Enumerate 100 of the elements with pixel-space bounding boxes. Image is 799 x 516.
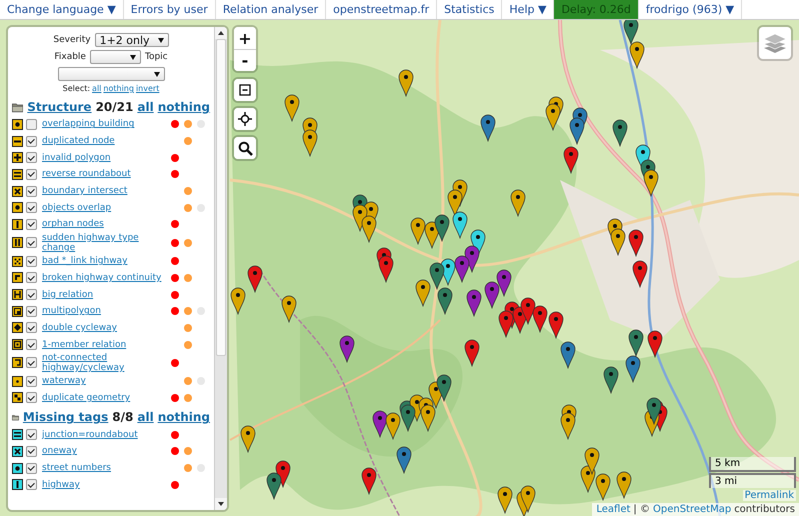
- map-pin-icon[interactable]: [564, 146, 578, 174]
- checkbox[interactable]: [26, 202, 37, 214]
- map-pin-cluster-drawing[interactable]: [516, 486, 536, 516]
- issue-type-link[interactable]: overlapping building: [42, 119, 171, 130]
- zoom-out-button[interactable]: -: [234, 49, 256, 71]
- map-pin-cluster-drawing[interactable]: [570, 108, 588, 144]
- checkbox[interactable]: [26, 289, 37, 300]
- checkbox[interactable]: [26, 152, 37, 164]
- map-pin-cluster-drawing[interactable]: [372, 374, 452, 440]
- map-pin-cluster-drawing[interactable]: [352, 194, 378, 242]
- map-pin-icon[interactable]: [284, 94, 300, 122]
- map-pin-cluster-drawing[interactable]: [624, 20, 644, 68]
- map-pin-icon[interactable]: [230, 288, 246, 314]
- map-pin-icon[interactable]: [466, 290, 482, 316]
- issue-type-link[interactable]: waterway: [42, 376, 171, 386]
- nav-menu[interactable]: Change language ▼: [0, 0, 124, 19]
- issue-type-link[interactable]: oneway: [42, 446, 171, 456]
- checkbox[interactable]: [26, 392, 37, 404]
- select-link[interactable]: nothing: [103, 84, 134, 93]
- map-pin-cluster-drawing[interactable]: [376, 248, 394, 282]
- group-link[interactable]: Structure: [27, 100, 92, 114]
- map-pin-icon[interactable]: [604, 366, 618, 394]
- issue-type-link[interactable]: boundary intersect: [42, 186, 171, 196]
- issue-type-link[interactable]: duplicated node: [42, 136, 171, 146]
- topic-select[interactable]: [58, 67, 164, 81]
- map-pin-icon[interactable]: [648, 330, 662, 358]
- map-pin-icon[interactable]: [340, 336, 354, 362]
- nav-link[interactable]: openstreetmap.fr: [326, 0, 438, 19]
- map-pin-cluster-drawing[interactable]: [302, 118, 318, 156]
- layers-button[interactable]: [759, 27, 791, 59]
- map-pin-cluster-drawing[interactable]: [416, 230, 486, 314]
- checkbox[interactable]: [26, 186, 37, 197]
- issue-type-link[interactable]: orphan nodes: [42, 219, 171, 230]
- permalink-link[interactable]: Permalink: [742, 490, 796, 501]
- fixable-select[interactable]: [90, 50, 141, 64]
- map-pin-icon[interactable]: [548, 312, 564, 338]
- checkbox[interactable]: [26, 462, 37, 474]
- map-pin-icon[interactable]: [464, 340, 480, 366]
- issue-type-link[interactable]: 1-member relation: [42, 340, 171, 350]
- map-pin-icon[interactable]: [282, 296, 296, 322]
- checkbox[interactable]: [26, 306, 37, 317]
- search-button[interactable]: [234, 137, 256, 159]
- osm-link[interactable]: OpenStreetMap: [652, 504, 732, 515]
- checkbox[interactable]: [26, 218, 37, 230]
- leaflet-link[interactable]: Leaflet: [596, 504, 630, 515]
- map-pin-icon[interactable]: [616, 472, 632, 498]
- map-pin-cluster-drawing[interactable]: [608, 218, 626, 256]
- issue-type-link[interactable]: double cycleway: [42, 322, 171, 333]
- checkbox[interactable]: [26, 322, 37, 334]
- map-pin-cluster-drawing[interactable]: [644, 398, 668, 436]
- map-pin-icon[interactable]: [480, 114, 496, 142]
- nav-link[interactable]: Relation analyser: [216, 0, 326, 19]
- map-pin-cluster-drawing[interactable]: [636, 144, 658, 196]
- issue-type-link[interactable]: highway: [42, 480, 171, 490]
- issue-type-link[interactable]: broken highway continuity: [42, 272, 171, 283]
- severity-select[interactable]: 1+2 only: [94, 33, 169, 47]
- group-select-link[interactable]: nothing: [158, 100, 210, 114]
- checkbox[interactable]: [26, 237, 37, 248]
- map-pin-icon[interactable]: [628, 230, 644, 256]
- locate-button[interactable]: [234, 108, 256, 130]
- checkbox[interactable]: [26, 376, 37, 387]
- scrollbar[interactable]: [214, 27, 227, 510]
- group-select-link[interactable]: all: [137, 100, 154, 114]
- checkbox[interactable]: [26, 168, 37, 180]
- issue-type-link[interactable]: big relation: [42, 290, 171, 300]
- issue-type-link[interactable]: bad *_link highway: [42, 256, 171, 266]
- delay-status[interactable]: Delay: 0.26d: [554, 0, 639, 19]
- checkbox[interactable]: [26, 118, 37, 130]
- map-pin-icon[interactable]: [560, 342, 576, 368]
- map-pin-cluster-drawing[interactable]: [580, 448, 610, 500]
- map-pin-icon[interactable]: [248, 266, 262, 292]
- map-pin-icon[interactable]: [510, 190, 526, 216]
- map-pin-icon[interactable]: [240, 426, 256, 452]
- group-select-link[interactable]: all: [137, 410, 154, 424]
- nav-link[interactable]: Statistics: [437, 0, 502, 19]
- map-pin-icon[interactable]: [632, 260, 648, 288]
- map-pin-icon[interactable]: [362, 468, 376, 494]
- issue-type-link[interactable]: street numbers: [42, 463, 171, 474]
- issue-type-link[interactable]: duplicate geometry: [42, 392, 171, 403]
- checkbox[interactable]: [26, 357, 37, 368]
- issue-type-link[interactable]: invalid polygon: [42, 152, 171, 163]
- group-select-link[interactable]: nothing: [158, 410, 210, 424]
- checkbox[interactable]: [26, 339, 37, 350]
- map-pin-cluster-drawing[interactable]: [266, 460, 290, 500]
- issue-type-link[interactable]: junction=roundabout: [42, 430, 171, 440]
- map-pin-icon[interactable]: [612, 120, 628, 146]
- map-pin-cluster-drawing[interactable]: [546, 96, 564, 130]
- issue-type-link[interactable]: multipolygon: [42, 306, 171, 316]
- map-pin-cluster-drawing[interactable]: [626, 330, 644, 382]
- nav-menu[interactable]: frodrigo (963) ▼: [638, 0, 742, 19]
- up-arrow-icon[interactable]: [218, 31, 224, 35]
- map-pin-icon[interactable]: [398, 70, 414, 96]
- select-link[interactable]: invert: [136, 84, 160, 93]
- map-pin-icon[interactable]: [396, 446, 412, 474]
- select-link[interactable]: all: [92, 84, 102, 93]
- collapse-button[interactable]: [234, 79, 256, 101]
- checkbox[interactable]: [26, 136, 37, 147]
- down-arrow-icon[interactable]: [218, 502, 224, 506]
- map-pin-cluster-drawing[interactable]: [410, 180, 468, 248]
- map-pin-cluster-drawing[interactable]: [484, 270, 512, 308]
